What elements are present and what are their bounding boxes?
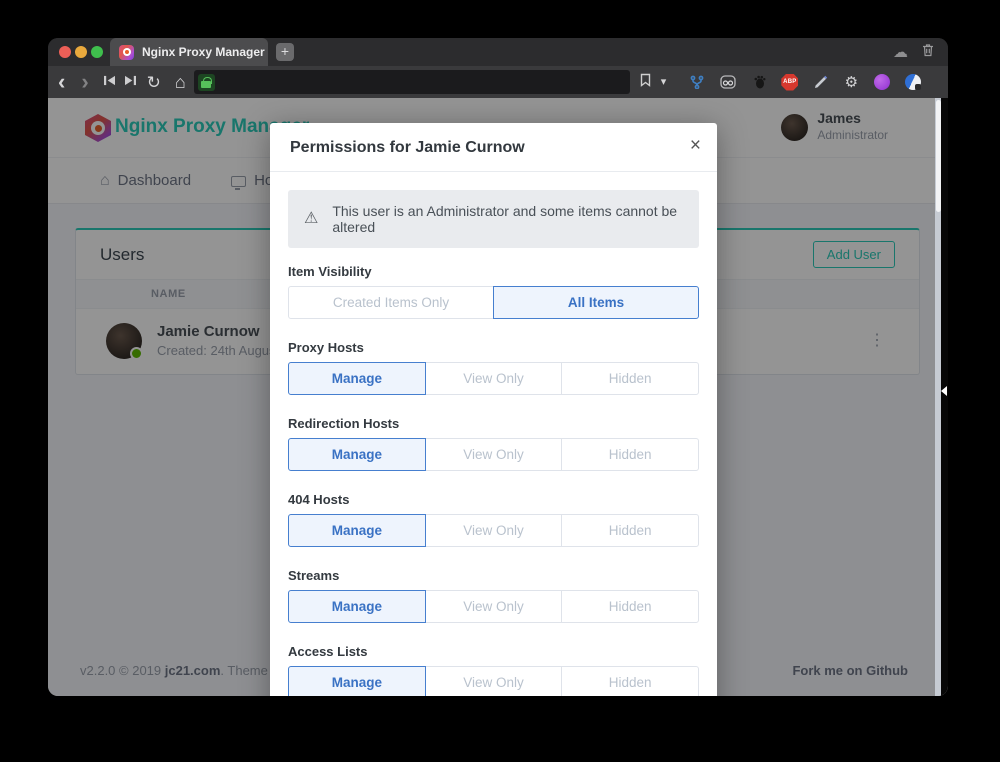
option-manage[interactable]: Manage: [288, 514, 426, 547]
option-view-only[interactable]: View Only: [425, 590, 563, 623]
permission-section-label: Access Lists: [288, 644, 699, 659]
browser-window: Nginx Proxy Manager + ☁ ‹ › ↻ ⌂ ▾ ABP ⚙ …: [48, 38, 948, 696]
bookmark-caret-icon[interactable]: ▾: [661, 77, 667, 88]
option-manage[interactable]: Manage: [288, 590, 426, 623]
https-lock-icon: [198, 74, 215, 91]
warning-triangle-icon: ⚠: [304, 211, 318, 227]
minimize-window-button[interactable]: [75, 46, 87, 58]
permission-options-group: ManageView OnlyHidden: [288, 438, 699, 471]
npm-favicon-icon: [119, 45, 134, 60]
browser-titlebar: Nginx Proxy Manager + ☁: [48, 38, 948, 66]
option-all-items[interactable]: All Items: [493, 286, 699, 319]
back-icon[interactable]: ‹: [58, 71, 65, 93]
option-hidden[interactable]: Hidden: [561, 590, 699, 623]
skip-back-icon[interactable]: [103, 73, 116, 91]
option-hidden[interactable]: Hidden: [561, 666, 699, 696]
permission-options-group: ManageView OnlyHidden: [288, 590, 699, 623]
permission-section: Proxy Hosts ManageView OnlyHidden: [288, 340, 699, 395]
bookmark-icon[interactable]: [640, 73, 651, 92]
close-icon[interactable]: ×: [690, 136, 701, 155]
alert-text: This user is an Administrator and some i…: [332, 203, 683, 235]
purple-circle-icon[interactable]: [873, 73, 891, 91]
option-hidden[interactable]: Hidden: [561, 514, 699, 547]
url-bar[interactable]: [194, 70, 630, 94]
adblock-abp-icon[interactable]: ABP: [781, 74, 798, 91]
window-edge-strip: [941, 98, 948, 696]
skip-forward-icon[interactable]: [124, 73, 137, 91]
permission-section-label: Redirection Hosts: [288, 416, 699, 431]
option-manage[interactable]: Manage: [288, 438, 426, 471]
scrollbar-thumb[interactable]: [936, 100, 941, 212]
option-manage[interactable]: Manage: [288, 362, 426, 395]
option-hidden[interactable]: Hidden: [561, 362, 699, 395]
pen-icon[interactable]: [811, 73, 829, 91]
gear-icon[interactable]: ⚙: [842, 73, 860, 91]
tab-title: Nginx Proxy Manager: [142, 45, 265, 59]
permission-section: Access Lists ManageView OnlyHidden: [288, 644, 699, 696]
permission-section: Redirection Hosts ManageView OnlyHidden: [288, 416, 699, 471]
option-view-only[interactable]: View Only: [425, 666, 563, 696]
mask-icon[interactable]: [719, 73, 737, 91]
permission-section-label: Proxy Hosts: [288, 340, 699, 355]
close-window-button[interactable]: [59, 46, 71, 58]
permission-options-group: ManageView OnlyHidden: [288, 666, 699, 696]
permission-section: Streams ManageView OnlyHidden: [288, 568, 699, 623]
option-view-only[interactable]: View Only: [425, 514, 563, 547]
cloud-icon[interactable]: ☁: [893, 45, 908, 60]
home-icon[interactable]: ⌂: [175, 73, 186, 91]
fork-icon[interactable]: [688, 73, 706, 91]
permission-options-group: ManageView OnlyHidden: [288, 362, 699, 395]
browser-toolbar: ‹ › ↻ ⌂ ▾ ABP ⚙: [48, 66, 948, 98]
item-visibility-group: Created Items OnlyAll Items: [288, 286, 699, 319]
panel-collapse-arrow-icon[interactable]: [941, 386, 947, 396]
permission-section-label: Streams: [288, 568, 699, 583]
maximize-window-button[interactable]: [91, 46, 103, 58]
new-tab-button[interactable]: +: [276, 43, 294, 61]
admin-warning-alert: ⚠ This user is an Administrator and some…: [288, 190, 699, 248]
forward-icon[interactable]: ›: [81, 71, 88, 93]
option-created-items-only[interactable]: Created Items Only: [288, 286, 494, 319]
blue-circle-lock-icon[interactable]: [904, 73, 922, 91]
permission-section: 404 Hosts ManageView OnlyHidden: [288, 492, 699, 547]
option-hidden[interactable]: Hidden: [561, 438, 699, 471]
permission-section-label: 404 Hosts: [288, 492, 699, 507]
modal-title: Permissions for Jamie Curnow: [290, 139, 697, 157]
permissions-modal: Permissions for Jamie Curnow × ⚠ This us…: [270, 123, 717, 696]
footprint-icon[interactable]: [750, 73, 768, 91]
option-view-only[interactable]: View Only: [425, 362, 563, 395]
option-manage[interactable]: Manage: [288, 666, 426, 696]
browser-tab[interactable]: Nginx Proxy Manager: [110, 38, 268, 66]
reload-icon[interactable]: ↻: [147, 74, 161, 91]
item-visibility-label: Item Visibility: [288, 264, 699, 279]
permission-options-group: ManageView OnlyHidden: [288, 514, 699, 547]
page-viewport: Nginx Proxy Manager James Administrator …: [48, 98, 948, 696]
trash-icon[interactable]: [922, 43, 934, 62]
option-view-only[interactable]: View Only: [425, 438, 563, 471]
